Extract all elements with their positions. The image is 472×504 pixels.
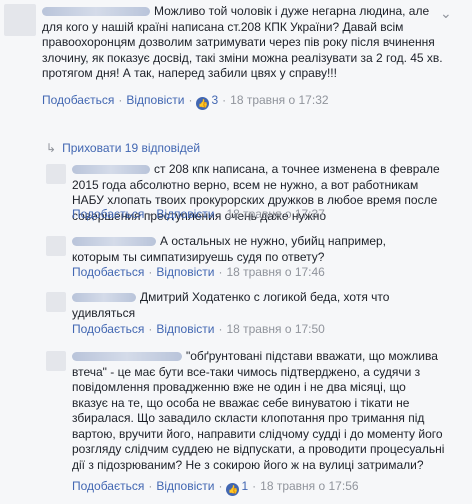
comment-line: Дмитрий Ходатенко с логикой беда, хотя ч… bbox=[72, 290, 464, 306]
comment-actions: Подобається · Відповісти · 👍 1 · 18 травня о 17… bbox=[72, 479, 359, 496]
separator: · bbox=[148, 265, 153, 279]
comment-actions: Подобається · Відповісти · 👍 3 · 18 травня о 17… bbox=[42, 93, 329, 110]
timestamp[interactable]: 18 травня о 17:32 bbox=[230, 93, 328, 107]
author-name[interactable] bbox=[42, 7, 150, 17]
separator: · bbox=[188, 93, 193, 107]
comment-line: злочину, як показує досвід, такі зміни м… bbox=[42, 50, 443, 65]
reply-arrow-icon: ↳ bbox=[46, 141, 57, 155]
like-link[interactable]: Подобається bbox=[72, 322, 144, 336]
main-comment: ⌄ Можливо той чоловік і дуже негарна люд… bbox=[0, 0, 472, 135]
comment-body: Дмитрий Ходатенко с логикой беда, хотя ч… bbox=[72, 290, 464, 321]
comment-line: удивляться bbox=[72, 305, 136, 320]
reply: "обґрунтовані підстави вважати, що можли… bbox=[0, 345, 472, 504]
author-name[interactable] bbox=[72, 237, 156, 247]
hide-replies-link[interactable]: ↳ Приховати 19 відповідей bbox=[46, 141, 200, 155]
comment-line: втеча" - це має бути все-таки чимось під… bbox=[72, 364, 421, 379]
timestamp[interactable]: 18 травня о 17:46 bbox=[226, 265, 324, 279]
timestamp[interactable]: 18 травня о 17:50 bbox=[226, 322, 324, 336]
thumbs-up-icon: 👍 bbox=[196, 97, 210, 110]
avatar[interactable] bbox=[46, 351, 66, 371]
comment-line: дії з підозрюваним? Не з сокирою його ж … bbox=[72, 457, 424, 472]
comment-line: "обґрунтовані підстави вважати, що можли… bbox=[72, 349, 464, 365]
like-link[interactable]: Подобається bbox=[72, 265, 144, 279]
separator: · bbox=[148, 322, 153, 336]
avatar[interactable] bbox=[46, 292, 66, 312]
separator: · bbox=[218, 322, 223, 336]
like-link[interactable]: Подобається bbox=[72, 207, 144, 221]
comment-line: А остальных не нужно, убийц например, bbox=[72, 234, 464, 250]
reply: Дмитрий Ходатенко с логикой беда, хотя ч… bbox=[0, 286, 472, 342]
like-count[interactable]: 3 bbox=[211, 93, 218, 107]
comment-line: правоохоронцям дозволим затримувати чере… bbox=[42, 35, 435, 49]
comment-actions: Подобається · Відповісти · 18 травня о 17:46 bbox=[72, 265, 325, 279]
timestamp[interactable]: 18 травня о 17:37 bbox=[226, 207, 324, 221]
reply-link[interactable]: Відповісти bbox=[156, 265, 214, 279]
reply-link[interactable]: Відповісти bbox=[156, 322, 214, 336]
comment-actions: Подобається · Відповісти · 18 травня о 17:37 bbox=[72, 207, 325, 221]
comment-line: ст 208 кпк написана, а точнее изменена в… bbox=[72, 162, 464, 178]
comment-line: розгляду слідчим суддею не відпускати, а… bbox=[72, 442, 445, 456]
timestamp[interactable]: 18 травня о 17:56 bbox=[260, 479, 358, 493]
thumbs-up-icon: 👍 bbox=[226, 483, 240, 496]
like-count[interactable]: 1 bbox=[241, 479, 248, 493]
comment-line: для кого у нашій країні написана ст.208 … bbox=[42, 19, 404, 34]
separator: · bbox=[252, 479, 257, 493]
comment-line: вартою, вручити його, направити слідчому… bbox=[72, 426, 443, 441]
reply: ст 208 кпк написана, а точнее изменена в… bbox=[0, 158, 472, 228]
comment-line: протягом дня! А так, наперед забили цвях… bbox=[42, 66, 337, 80]
comment-line: 2015 года абсолютно верно, всем не нужно… bbox=[72, 177, 419, 192]
reply-link[interactable]: Відповісти bbox=[156, 207, 214, 221]
reply-link[interactable]: Відповісти bbox=[126, 93, 184, 107]
author-name[interactable] bbox=[72, 165, 150, 175]
comment-line: Можливо той чоловік і дуже негарна людин… bbox=[42, 4, 464, 20]
comment-body: А остальных не нужно, убийц например, ко… bbox=[72, 234, 464, 265]
avatar[interactable] bbox=[4, 4, 36, 36]
like-link[interactable]: Подобається bbox=[42, 93, 114, 107]
comment-body: "обґрунтовані підстави вважати, що можли… bbox=[72, 349, 464, 473]
separator: · bbox=[222, 93, 227, 107]
separator: · bbox=[148, 479, 153, 493]
comment-line: збиралася. Що завадило скласти клопотанн… bbox=[72, 411, 425, 425]
reply: А остальных не нужно, убийц например, ко… bbox=[0, 230, 472, 284]
avatar[interactable] bbox=[46, 236, 66, 256]
separator: · bbox=[218, 207, 223, 221]
author-name[interactable] bbox=[72, 293, 136, 303]
avatar[interactable] bbox=[46, 164, 66, 184]
comment-actions: Подобається · Відповісти · 18 травня о 17:50 bbox=[72, 322, 325, 336]
separator: · bbox=[218, 265, 223, 279]
comment-line: которым ты симпатизируешь судя по ответу… bbox=[72, 249, 325, 264]
like-link[interactable]: Подобається bbox=[72, 479, 144, 493]
comment-body: Можливо той чоловік і дуже негарна людин… bbox=[42, 4, 464, 82]
comment-line: вказує на те, що особа не вважає себе ви… bbox=[72, 395, 410, 410]
reply-link[interactable]: Відповісти bbox=[156, 479, 214, 493]
comment-line: повідомлення провадженню вже не один і н… bbox=[72, 380, 406, 394]
separator: · bbox=[118, 93, 123, 107]
separator: · bbox=[148, 207, 153, 221]
author-name[interactable] bbox=[72, 352, 182, 362]
separator: · bbox=[218, 479, 223, 493]
